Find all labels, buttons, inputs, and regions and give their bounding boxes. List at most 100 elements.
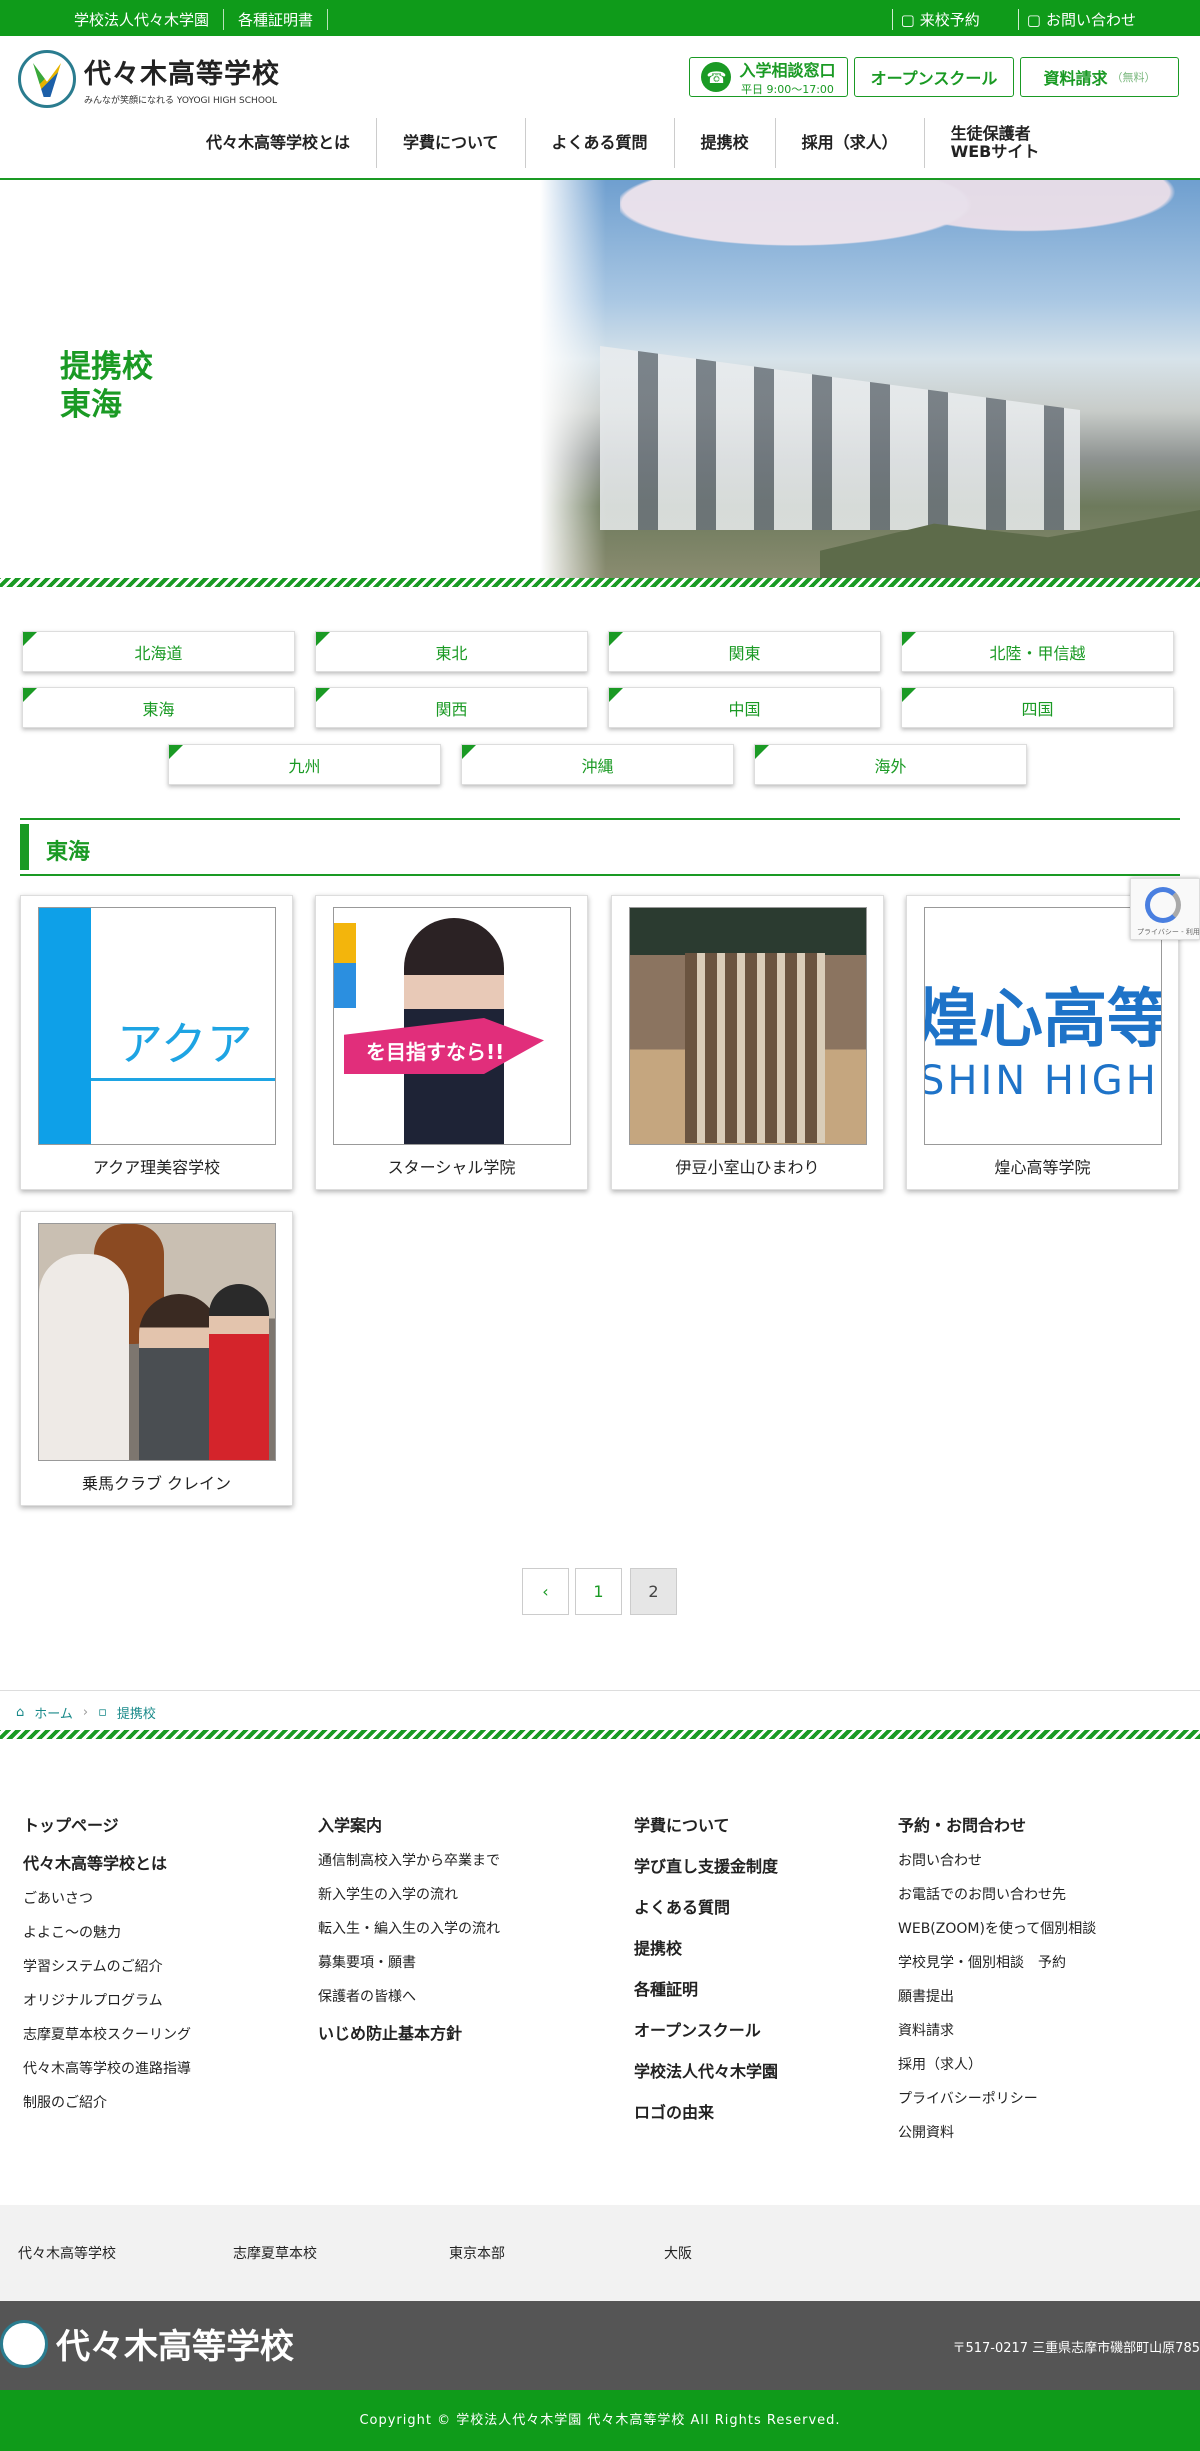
footer-link[interactable]: お電話でのお問い合わせ先 bbox=[898, 1884, 1096, 1904]
folder-icon: ▫ bbox=[98, 1705, 107, 1720]
visit-reservation-link[interactable]: ▢ 来校予約 bbox=[891, 9, 980, 30]
school-card-label: 乗馬クラブ クレイン bbox=[81, 1474, 232, 1493]
footer-link[interactable]: よよこ〜の魅力 bbox=[23, 1922, 191, 1942]
footer-col-contact: 予約・お問合わせ お問い合わせ お電話でのお問い合わせ先 WEB(ZOOM)を使… bbox=[898, 1812, 1096, 2156]
campus-bar: 代々木高等学校 志摩夏草本校 東京本部 大阪 bbox=[0, 2205, 1200, 2301]
footer-link[interactable]: 学校見学・個別相談 予約 bbox=[898, 1952, 1096, 1972]
footer-link[interactable]: 保護者の皆様へ bbox=[318, 1986, 500, 2006]
hero-stripe bbox=[0, 578, 1200, 587]
region-shikoku[interactable]: 四国 bbox=[901, 687, 1174, 728]
school-card[interactable]: 伊豆小室山ひまわり bbox=[611, 895, 884, 1190]
nav-recruit[interactable]: 採用（求人） bbox=[774, 118, 924, 168]
pagination-page-2[interactable]: 2 bbox=[630, 1568, 677, 1615]
site-logo[interactable]: 代々木高等学校 みんなが笑顔になれる YOYOGI HIGH SCHOOL bbox=[18, 50, 280, 108]
region-kansai[interactable]: 関西 bbox=[315, 687, 588, 728]
footer-link[interactable]: 公開資料 bbox=[898, 2122, 1096, 2142]
home-icon: ⌂ bbox=[16, 1705, 25, 1720]
recaptcha-badge[interactable]: プライバシー - 利用規約 bbox=[1130, 878, 1200, 940]
footer-link[interactable]: オープンスクール bbox=[634, 2017, 778, 2041]
footer-link[interactable]: 資料請求 bbox=[898, 2020, 1096, 2040]
topbar-link-corp[interactable]: 学校法人代々木学園 bbox=[74, 9, 225, 30]
chevron-right-icon: › bbox=[82, 1705, 89, 1720]
campus-link[interactable]: 代々木高等学校 bbox=[18, 2243, 116, 2263]
page-title: 提携校 東海 bbox=[60, 349, 153, 423]
mail-icon: ▢ bbox=[1026, 10, 1041, 29]
region-tohoku[interactable]: 東北 bbox=[315, 631, 588, 672]
nav-faq[interactable]: よくある質問 bbox=[524, 118, 674, 168]
campus-link[interactable]: 東京本部 bbox=[449, 2243, 505, 2263]
footer-link[interactable]: 新入学生の入学の流れ bbox=[318, 1884, 500, 1904]
footer-link[interactable]: 願書提出 bbox=[898, 1986, 1096, 2006]
region-hokkaido[interactable]: 北海道 bbox=[22, 631, 295, 672]
footer-link[interactable]: 募集要項・願書 bbox=[318, 1952, 500, 1972]
footer-link[interactable]: オリジナルプログラム bbox=[23, 1990, 191, 2010]
footer-col-admission: 入学案内 通信制高校入学から卒業まで 新入学生の入学の流れ 転入生・編入生の入学… bbox=[318, 1812, 500, 2058]
region-kanto[interactable]: 関東 bbox=[608, 631, 881, 672]
pagination-page-1[interactable]: 1 bbox=[575, 1568, 622, 1615]
region-chugoku[interactable]: 中国 bbox=[608, 687, 881, 728]
footer-link[interactable]: 学び直し支援金制度 bbox=[634, 1853, 778, 1877]
footer-link[interactable]: 提携校 bbox=[634, 1935, 778, 1959]
region-hokuriku[interactable]: 北陸・甲信越 bbox=[901, 631, 1174, 672]
topbar-link-certificates[interactable]: 各種証明書 bbox=[224, 9, 329, 30]
campus-link[interactable]: 大阪 bbox=[664, 2243, 692, 2263]
region-kyushu[interactable]: 九州 bbox=[168, 744, 441, 785]
footer-link[interactable]: 代々木高等学校の進路指導 bbox=[23, 2058, 191, 2078]
school-thumbnail bbox=[38, 1223, 276, 1461]
footer-link[interactable]: 通信制高校入学から卒業まで bbox=[318, 1850, 500, 1870]
footer-logo[interactable]: 代々木高等学校 bbox=[0, 2319, 294, 2368]
footer-link[interactable]: よくある質問 bbox=[634, 1894, 778, 1918]
nav-tuition[interactable]: 学費について bbox=[376, 118, 525, 168]
nav-about[interactable]: 代々木高等学校とは bbox=[180, 118, 376, 168]
footer-link[interactable]: プライバシーポリシー bbox=[898, 2088, 1096, 2108]
school-name: 代々木高等学校 bbox=[84, 59, 280, 90]
breadcrumb-home[interactable]: ホーム bbox=[34, 1703, 73, 1722]
footer-link-top[interactable]: トップページ bbox=[23, 1812, 191, 1836]
admission-consult-button[interactable]: ☎ 入学相談窓口 平日 9:00〜17:00 bbox=[689, 57, 848, 97]
footer-link[interactable]: 学費について bbox=[634, 1812, 778, 1836]
recaptcha-icon bbox=[1145, 887, 1181, 923]
footer-link[interactable]: ロゴの由来 bbox=[634, 2099, 778, 2123]
region-overseas[interactable]: 海外 bbox=[754, 744, 1027, 785]
footer-link[interactable]: WEB(ZOOM)を使って個別相談 bbox=[898, 1918, 1096, 1938]
footer-col-top: トップページ 代々木高等学校とは ごあいさつ よよこ〜の魅力 学習システムのご紹… bbox=[23, 1812, 191, 2126]
footer-link[interactable]: 採用（求人） bbox=[898, 2054, 1096, 2074]
contact-link[interactable]: ▢ お問い合わせ bbox=[1017, 9, 1136, 30]
school-thumbnail: 煌心高等 SHIN HIGH bbox=[924, 907, 1162, 1145]
footer-link-admission[interactable]: 入学案内 bbox=[318, 1812, 500, 1836]
region-tokai[interactable]: 東海 bbox=[22, 687, 295, 728]
calendar-icon: ▢ bbox=[900, 10, 915, 29]
footer-link-contact[interactable]: 予約・お問合わせ bbox=[898, 1812, 1096, 1836]
school-card-label: 煌心高等学院 bbox=[994, 1158, 1091, 1177]
hero-banner: 提携校 東海 bbox=[0, 180, 1200, 578]
school-thumbnail: を目指すなら!! bbox=[333, 907, 571, 1145]
footer-link[interactable]: 学習システムのご紹介 bbox=[23, 1956, 191, 1976]
footer-link-about[interactable]: 代々木高等学校とは bbox=[23, 1850, 191, 1874]
footer-link[interactable]: お問い合わせ bbox=[898, 1850, 1096, 1870]
request-docs-button[interactable]: 資料請求 （無料） bbox=[1020, 57, 1179, 97]
footer-link[interactable]: 学校法人代々木学園 bbox=[634, 2058, 778, 2082]
school-card[interactable]: 乗馬クラブ クレイン bbox=[20, 1211, 293, 1506]
school-thumbnail: アクア bbox=[38, 907, 276, 1145]
campus-link[interactable]: 志摩夏草本校 bbox=[233, 2243, 317, 2263]
nav-partner-schools[interactable]: 提携校 bbox=[673, 118, 775, 168]
footer-link[interactable]: 各種証明 bbox=[634, 1976, 778, 2000]
school-thumbnail bbox=[629, 907, 867, 1145]
school-emblem-icon bbox=[18, 50, 76, 108]
footer-brand: 代々木高等学校 〒517-0217 三重県志摩市磯部町山原785 bbox=[0, 2301, 1200, 2390]
pagination-prev-button[interactable]: ‹ bbox=[522, 1568, 569, 1615]
footer-link-anti-bullying[interactable]: いじめ防止基本方針 bbox=[318, 2020, 500, 2044]
school-card-label: スターシャル学院 bbox=[387, 1158, 516, 1177]
copyright: Copyright © 学校法人代々木学園 代々木高等学校 All Rights… bbox=[0, 2390, 1200, 2451]
footer-link[interactable]: 志摩夏草本校スクーリング bbox=[23, 2024, 191, 2044]
school-card[interactable]: アクア アクア理美容学校 bbox=[20, 895, 293, 1190]
footer-link[interactable]: 制服のご紹介 bbox=[23, 2092, 191, 2112]
school-card[interactable]: を目指すなら!! スターシャル学院 bbox=[315, 895, 588, 1190]
footer-link[interactable]: ごあいさつ bbox=[23, 1888, 191, 1908]
school-card-label: 伊豆小室山ひまわり bbox=[675, 1158, 820, 1177]
breadcrumb: ⌂ ホーム › ▫ 提携校 bbox=[0, 1690, 1200, 1730]
open-school-button[interactable]: オープンスクール bbox=[854, 57, 1014, 97]
nav-parents-site[interactable]: 生徒保護者 WEBサイト bbox=[923, 118, 1066, 168]
footer-link[interactable]: 転入生・編入生の入学の流れ bbox=[318, 1918, 500, 1938]
region-okinawa[interactable]: 沖縄 bbox=[461, 744, 734, 785]
